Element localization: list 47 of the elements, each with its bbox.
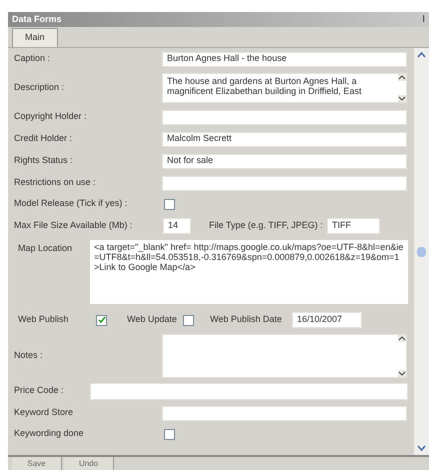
field-label: Credit Holder : (14, 132, 74, 146)
checkbox[interactable] (164, 428, 175, 440)
scroll-up-icon[interactable] (398, 335, 406, 342)
form-button[interactable]: Save (12, 457, 62, 470)
scroll-thumb[interactable] (417, 246, 426, 256)
input-field[interactable]: Burton Agnes Hall - the house (162, 52, 407, 66)
field-label: Rights Status : (14, 154, 74, 168)
field-label: Keyword Store (14, 406, 74, 420)
form-button[interactable]: Undo (64, 457, 114, 470)
input-field[interactable] (90, 382, 408, 400)
field-label: Web Publish (17, 313, 70, 326)
tab[interactable]: Main (12, 28, 58, 47)
field-label: Notes : (14, 349, 44, 362)
text-area-content: The house and gardens at Burton Agnes Hall, a magnificent Elizabethan building in Driffield, East (166, 75, 362, 98)
scrollbar[interactable] (414, 48, 429, 455)
field-label: Price Code : (14, 384, 65, 398)
input-field[interactable] (162, 176, 407, 190)
field-label: Description : (14, 81, 66, 94)
field-label: Model Release (Tick if yes) : (14, 197, 128, 210)
input-field[interactable]: Malcolm Secrett (162, 132, 407, 146)
scroll-down-icon[interactable] (398, 95, 406, 102)
field-label: Keywording done (14, 427, 85, 440)
scroll-down-icon[interactable] (417, 445, 426, 451)
field-label: Web Update (127, 313, 178, 326)
field-label: Restrictions on use : (14, 176, 97, 190)
input-field[interactable]: TIFF (327, 218, 380, 234)
field-label: File Type (e.g. TIFF, JPEG) : (209, 219, 324, 232)
input-field[interactable] (162, 110, 407, 124)
field-label: Map Location (17, 242, 74, 255)
field-label: Copyright Holder : (14, 110, 88, 124)
input-field[interactable] (162, 406, 407, 420)
field-label: Max File Size Available (Mb) : (14, 219, 134, 232)
input-field[interactable]: Not for sale (162, 154, 407, 168)
scroll-up-icon[interactable] (398, 74, 406, 81)
checkbox[interactable] (183, 314, 194, 326)
window-title: Data Forms (12, 12, 62, 26)
input-field[interactable]: 16/10/2007 (292, 312, 362, 328)
scroll-down-icon[interactable] (398, 370, 406, 377)
field-label: Web Publish Date (210, 313, 283, 326)
input-field[interactable]: 14 (163, 218, 191, 234)
close-button[interactable]: I (422, 12, 425, 27)
checkbox[interactable] (96, 314, 107, 326)
field-label: Caption : (14, 52, 52, 66)
text-area[interactable]: <a target="_blank" href= http://maps.google.co.uk/maps?oe=UTF-8&hl=en&ie=UTF8&t=h&ll=54.053518,-0.316769&spn=0.000879,0.002618&z=19&om=1 >Link to Google Map</a> (90, 240, 408, 304)
text-area[interactable]: The house and gardens at Burton Agnes Hall, a magnificent Elizabethan building in Driffield, East (162, 73, 407, 103)
scroll-up-icon[interactable] (417, 52, 426, 58)
checkbox[interactable] (164, 198, 175, 210)
